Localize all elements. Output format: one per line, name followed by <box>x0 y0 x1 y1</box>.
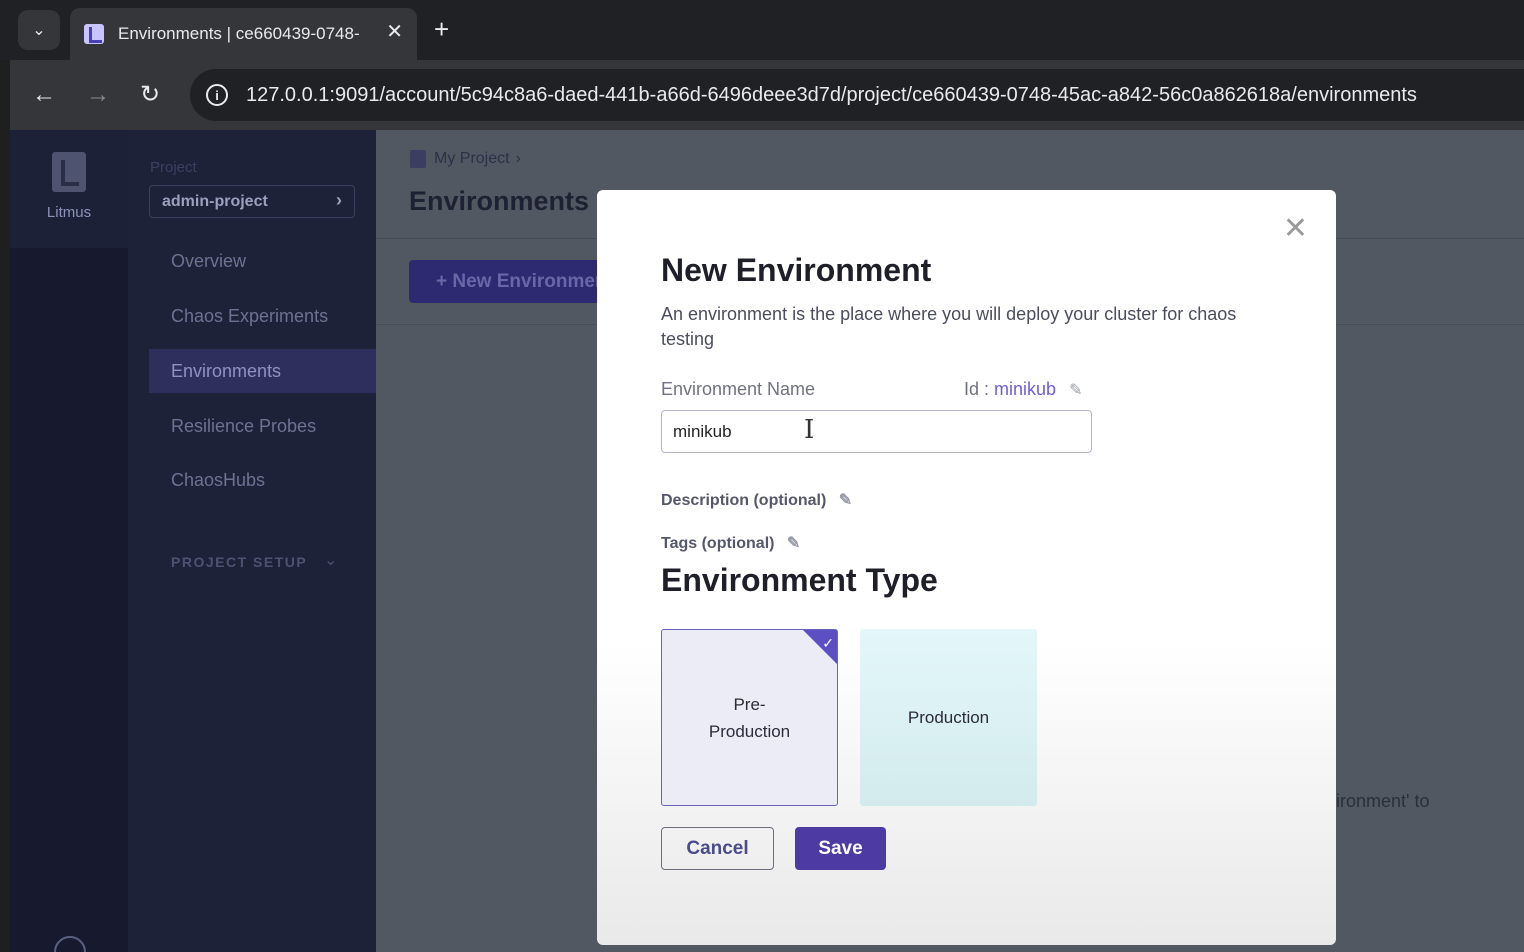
chevron-down-icon: ⌄ <box>32 22 46 39</box>
environment-id: Id : minikub ✎ <box>964 379 1082 400</box>
project-selector[interactable]: admin-project › <box>149 185 355 218</box>
address-bar[interactable]: i 127.0.0.1:9091/account/5c94c8a6-daed-4… <box>190 69 1524 121</box>
edit-pencil-icon[interactable]: ✎ <box>839 490 852 510</box>
edit-pencil-icon[interactable]: ✎ <box>1069 380 1082 400</box>
description-label: Description (optional) <box>661 492 827 509</box>
litmus-logo-icon[interactable] <box>52 152 86 192</box>
reload-icon[interactable]: ↻ <box>140 80 160 110</box>
cancel-button[interactable]: Cancel <box>661 827 774 870</box>
environment-name-input[interactable] <box>661 410 1092 453</box>
sidebar: Project admin-project › Overview Chaos E… <box>128 130 376 952</box>
description-optional[interactable]: Description (optional) ✎ <box>661 490 852 510</box>
project-setup-toggle[interactable]: PROJECT SETUP <box>171 554 307 570</box>
chevron-right-icon: › <box>336 190 342 210</box>
breadcrumb-project[interactable]: My Project <box>434 150 510 168</box>
environment-type-title: Environment Type <box>661 562 938 598</box>
rail-header: Litmus <box>10 130 128 248</box>
project-label: Project <box>150 159 197 176</box>
app-name: Litmus <box>46 204 92 221</box>
browser-toolbar: ← → ↻ i 127.0.0.1:9091/account/5c94c8a6-… <box>10 60 1524 130</box>
env-type-card-production[interactable]: Production <box>860 629 1037 806</box>
edit-pencil-icon[interactable]: ✎ <box>787 533 800 553</box>
tags-label: Tags (optional) <box>661 535 775 552</box>
new-environment-button[interactable]: + New Environment <box>409 260 609 303</box>
left-rail: Litmus <box>10 130 128 952</box>
back-arrow-icon[interactable]: ← <box>32 80 56 110</box>
sidebar-item-environments[interactable]: Environments <box>149 349 376 393</box>
text-cursor-icon: I <box>804 415 815 445</box>
sidebar-item-overview[interactable]: Overview <box>149 239 376 283</box>
tab-title: Environments | ce660439-0748- <box>118 24 360 43</box>
dialog-description: An environment is the place where you wi… <box>661 304 1237 349</box>
site-info-icon[interactable]: i <box>206 84 228 106</box>
environment-name-label: Environment Name <box>661 379 816 399</box>
chevron-down-icon[interactable]: ⌄ <box>324 550 337 570</box>
tags-optional[interactable]: Tags (optional) ✎ <box>661 533 800 553</box>
close-icon[interactable]: ✕ <box>1283 214 1308 244</box>
help-icon[interactable] <box>54 936 86 952</box>
id-value: minikub <box>994 379 1057 399</box>
empty-state-hint: ironment' to <box>1336 791 1430 811</box>
env-type-label: Pre-Production <box>708 694 791 741</box>
sidebar-item-resilience-probes[interactable]: Resilience Probes <box>149 404 376 448</box>
dialog-title: New Environment <box>661 252 932 288</box>
chevron-right-icon: › <box>515 150 521 167</box>
page-title: Environments <box>409 186 590 216</box>
forward-arrow-icon[interactable]: → <box>86 80 110 110</box>
sidebar-item-chaoshubs[interactable]: ChaosHubs <box>149 458 376 502</box>
env-type-card-pre-production[interactable]: ✓ Pre-Production <box>661 629 838 806</box>
id-prefix: Id : <box>964 379 990 399</box>
tab-search-button[interactable]: ⌄ <box>18 10 60 50</box>
breadcrumb[interactable]: My Project › <box>410 150 521 168</box>
checkmark-icon: ✓ <box>822 635 834 651</box>
save-button[interactable]: Save <box>795 827 886 870</box>
url-text: 127.0.0.1:9091/account/5c94c8a6-daed-441… <box>246 83 1417 106</box>
project-name: admin-project <box>162 192 268 210</box>
browser-tab-bar: ⌄ Environments | ce660439-0748- ✕ + <box>0 0 1524 60</box>
litmus-favicon-icon <box>84 24 104 44</box>
env-type-label: Production <box>907 708 990 727</box>
sidebar-item-chaos-experiments[interactable]: Chaos Experiments <box>149 294 376 338</box>
browser-tab[interactable]: Environments | ce660439-0748- ✕ <box>70 8 417 60</box>
new-environment-dialog: ✕ New Environment An environment is the … <box>597 190 1336 945</box>
new-tab-button[interactable]: + <box>434 14 449 44</box>
close-tab-icon[interactable]: ✕ <box>386 19 403 44</box>
project-icon <box>410 150 426 168</box>
